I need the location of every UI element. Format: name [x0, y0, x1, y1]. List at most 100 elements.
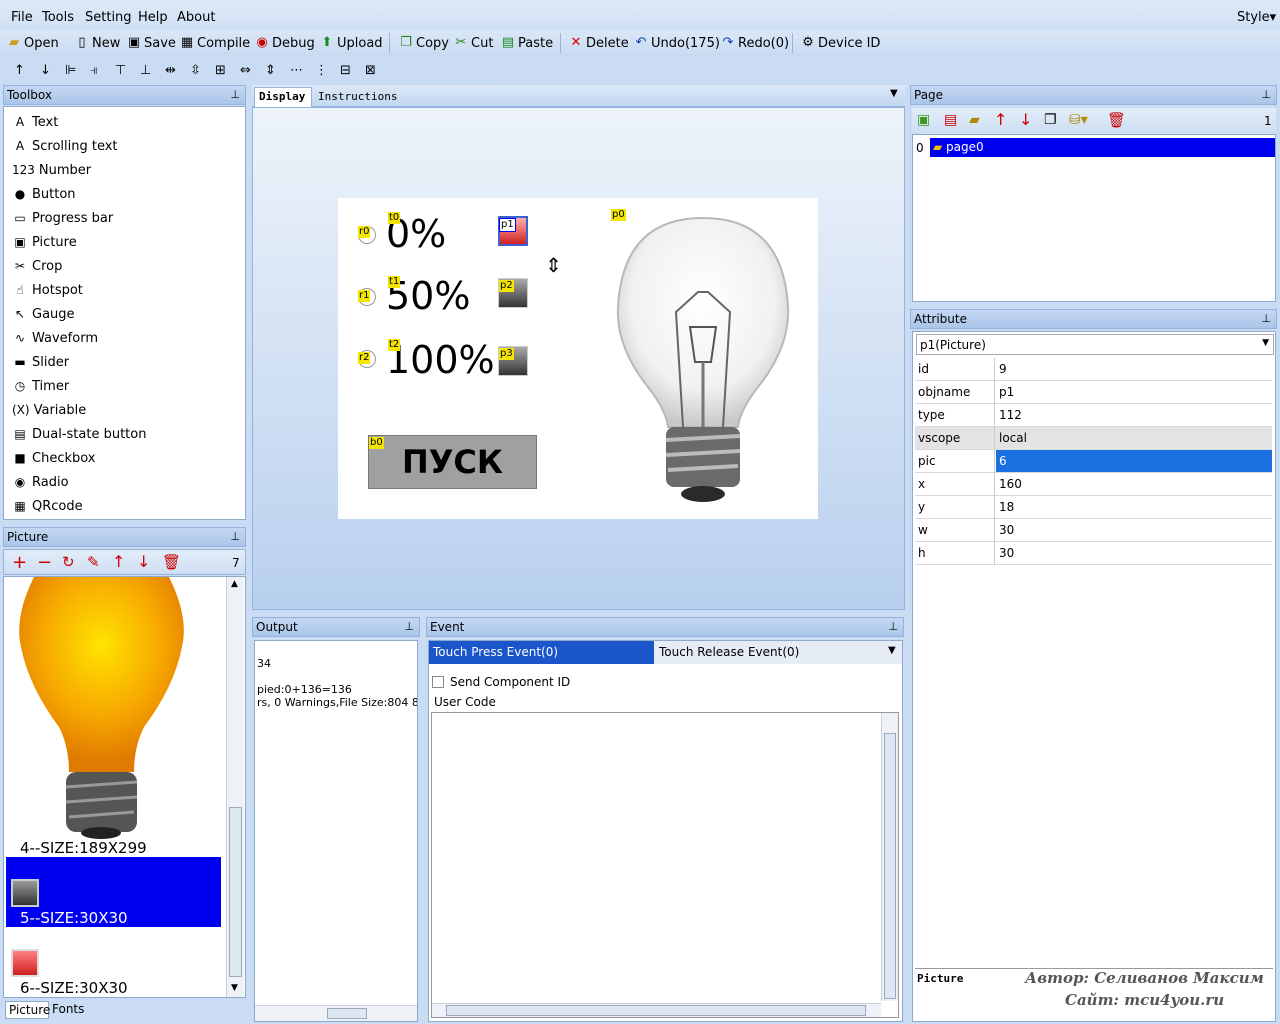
align-up-icon[interactable]: ↑: [14, 59, 25, 81]
editor-vscrollbar[interactable]: [881, 713, 898, 1001]
edit-icon[interactable]: ✎: [87, 553, 100, 571]
spread-horizontal-icon[interactable]: ⊟: [340, 59, 351, 81]
align-right-icon[interactable]: ⫣: [90, 59, 98, 81]
tool-text[interactable]: A Text: [12, 114, 58, 130]
add-icon[interactable]: +: [12, 552, 27, 573]
tool-crop[interactable]: ✂ Crop: [12, 258, 62, 274]
attribute-row-type[interactable]: type 112: [915, 404, 1272, 427]
output-log[interactable]: 34 pied:0+136=136 rs, 0 Warnings,File Si…: [254, 640, 418, 1022]
tab-fonts[interactable]: Fonts: [49, 1001, 85, 1019]
tool-variable[interactable]: (X) Variable: [12, 402, 86, 418]
send-component-id-checkbox[interactable]: [432, 676, 444, 688]
undo-button[interactable]: ↶ Undo(175): [633, 32, 720, 54]
distribute-horizontal-icon[interactable]: ⋯: [290, 59, 303, 81]
move-down-icon[interactable]: ↓: [1019, 110, 1032, 129]
compile-button[interactable]: ▦ Compile: [179, 32, 250, 54]
attribute-row-h[interactable]: h 30: [915, 542, 1272, 565]
attribute-value[interactable]: 18: [996, 496, 1272, 518]
tool-checkbox[interactable]: ■ Checkbox: [12, 450, 95, 466]
redo-button[interactable]: ↷ Redo(0): [720, 32, 790, 54]
output-hscrollbar[interactable]: [255, 1005, 417, 1021]
lightbulb-image-p0[interactable]: [608, 212, 798, 512]
copy-button[interactable]: ❐ Copy: [398, 32, 449, 54]
trash-icon[interactable]: 🗑: [162, 553, 181, 571]
align-bottom-icon[interactable]: ⊥: [140, 59, 151, 81]
device-id-button[interactable]: ⚙ Device ID: [800, 32, 880, 54]
chevron-down-icon[interactable]: ▼: [890, 88, 898, 99]
editor-hscrollbar[interactable]: [432, 1003, 881, 1017]
replace-icon[interactable]: ↻: [62, 553, 75, 571]
delete-page-icon[interactable]: ▤: [944, 112, 957, 128]
attribute-value[interactable]: 9: [996, 358, 1272, 380]
upload-button[interactable]: ⬆ Upload: [319, 32, 383, 54]
same-size-icon[interactable]: ⊞: [215, 59, 226, 81]
attribute-row-pic[interactable]: pic 6: [915, 450, 1272, 473]
tool-slider[interactable]: ▬ Slider: [12, 354, 69, 370]
open-button[interactable]: ▰ Open: [6, 32, 59, 54]
menu-style[interactable]: Style▾: [1237, 10, 1276, 25]
tab-touch-release-event[interactable]: Touch Release Event(0): [654, 641, 902, 664]
tool-qrcode[interactable]: ▦ QRcode: [12, 498, 82, 514]
red-button-thumbnail[interactable]: [11, 949, 39, 977]
same-width-icon[interactable]: ⇔: [240, 59, 251, 81]
chevron-down-icon[interactable]: ▼: [888, 645, 896, 656]
picture-item-label[interactable]: 4--SIZE:189X299: [20, 839, 147, 857]
tab-instructions[interactable]: Instructions: [316, 87, 406, 107]
scrollbar-thumb[interactable]: [446, 1005, 866, 1016]
scroll-down-icon[interactable]: ▼: [231, 983, 238, 993]
import-page-icon[interactable]: ⛁▾: [1069, 112, 1088, 128]
attribute-value[interactable]: p1: [996, 381, 1272, 403]
picture-item-selected[interactable]: 5--SIZE:30X30: [6, 857, 221, 927]
attribute-row-x[interactable]: x 160: [915, 473, 1272, 496]
center-horizontal-icon[interactable]: ⇹: [165, 59, 176, 81]
pin-icon[interactable]: ⊥: [404, 618, 414, 636]
move-down-icon[interactable]: ↓: [137, 552, 150, 571]
attribute-row-objname[interactable]: objname p1: [915, 381, 1272, 404]
align-top-icon[interactable]: ⊤: [115, 59, 126, 81]
tool-scrolling-text[interactable]: A Scrolling text: [12, 138, 118, 154]
tab-touch-press-event[interactable]: Touch Press Event(0): [429, 641, 654, 664]
tool-timer[interactable]: ◷ Timer: [12, 378, 69, 394]
attribute-value[interactable]: 6: [996, 450, 1272, 472]
menu-tools[interactable]: Tools: [42, 10, 74, 25]
scrollbar-thumb[interactable]: [327, 1008, 367, 1019]
attribute-row-y[interactable]: y 18: [915, 496, 1272, 519]
tab-picture[interactable]: Picture: [5, 1001, 50, 1019]
tool-gauge[interactable]: ↖ Gauge: [12, 306, 75, 322]
pin-icon[interactable]: ⊥: [230, 86, 240, 104]
debug-button[interactable]: ◉ Debug: [254, 32, 314, 54]
attribute-row-vscope[interactable]: vscope local: [915, 427, 1272, 450]
attribute-value[interactable]: 112: [996, 404, 1272, 426]
page-item-page0[interactable]: ▰ page0: [930, 138, 1275, 157]
same-height-icon[interactable]: ⇕: [265, 59, 276, 81]
move-up-icon[interactable]: ↑: [994, 110, 1007, 129]
save-button[interactable]: ▣ Save: [126, 32, 176, 54]
copy-page-icon[interactable]: ❐: [1044, 112, 1057, 128]
align-down-icon[interactable]: ↓: [40, 59, 51, 81]
user-code-editor[interactable]: [431, 712, 899, 1018]
text-t2[interactable]: 100%: [386, 338, 495, 382]
scroll-up-icon[interactable]: ▲: [231, 579, 238, 589]
scrollbar-thumb[interactable]: [229, 807, 242, 977]
distribute-vertical-icon[interactable]: ⋮: [315, 59, 328, 81]
attribute-row-id[interactable]: id 9: [915, 358, 1272, 381]
pin-icon[interactable]: ⊥: [1261, 86, 1271, 104]
center-vertical-icon[interactable]: ⇳: [190, 59, 201, 81]
menu-file[interactable]: File: [11, 10, 33, 25]
align-left-icon[interactable]: ⊫: [65, 59, 76, 81]
tool-waveform[interactable]: ∿ Waveform: [12, 330, 98, 346]
paste-button[interactable]: ▤ Paste: [500, 32, 553, 54]
pin-icon[interactable]: ⊥: [230, 528, 240, 546]
trash-icon[interactable]: 🗑: [1107, 111, 1126, 129]
pin-icon[interactable]: ⊥: [888, 618, 898, 636]
tab-display[interactable]: Display: [254, 87, 312, 107]
delete-button[interactable]: ✕ Delete: [568, 32, 629, 54]
attribute-value[interactable]: 160: [996, 473, 1272, 495]
tool-hotspot[interactable]: ☝ Hotspot: [12, 282, 83, 298]
add-page-icon[interactable]: ▣: [917, 112, 930, 128]
menu-help[interactable]: Help: [138, 10, 168, 25]
orange-bulb-image[interactable]: [14, 577, 189, 839]
remove-icon[interactable]: −: [37, 552, 52, 573]
hmi-canvas[interactable]: r0 r1 r2 0% t0 50% t1 100% t2 p1 p2 p3 ⇕…: [338, 198, 818, 519]
move-up-icon[interactable]: ↑: [112, 552, 125, 571]
